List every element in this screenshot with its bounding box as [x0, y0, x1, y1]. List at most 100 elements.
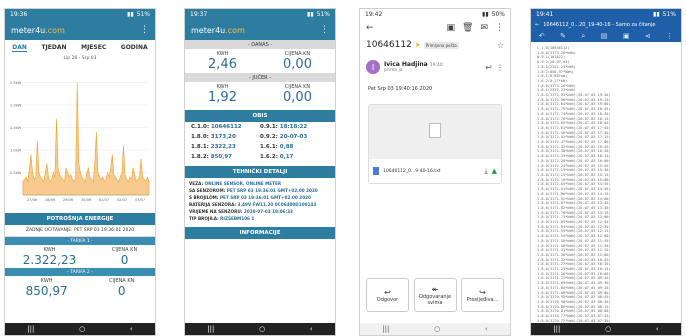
back-icon[interactable]: ‹: [130, 325, 133, 333]
obis-value: 20-07-03: [279, 134, 308, 140]
yesterday-kwh: 1,92: [208, 90, 237, 105]
today-head: - DANAS -: [185, 40, 335, 49]
x-tick-label: 29/06: [63, 198, 73, 202]
y-tick-label: 2.5kW: [10, 81, 22, 85]
y-tick-label: 1.0kW: [10, 149, 22, 153]
back-icon[interactable]: ‹: [310, 325, 313, 333]
reply-icon[interactable]: ↩: [485, 63, 492, 72]
obis-cell: 1.6.2: 0,17: [260, 154, 329, 160]
period-tab-dan[interactable]: DAN: [12, 44, 27, 52]
tech-row: VRIJEME NA SENZORU: 2020-07-03 19:06:33: [189, 208, 331, 215]
select-icon[interactable]: ▣: [623, 32, 630, 40]
tech-value: 3,49V FW11.20 0C06400D100143: [237, 202, 317, 207]
more-vert-icon[interactable]: ⋮: [140, 25, 149, 35]
period-tab-tjedan[interactable]: TJEDAN: [41, 44, 66, 52]
info-title[interactable]: INFORMACIJE: [185, 227, 335, 239]
archive-icon[interactable]: ▣: [447, 23, 456, 33]
tarifa2-row: KWH 850,97 CIJENA KN 0: [5, 276, 155, 299]
home-icon[interactable]: ○: [79, 325, 85, 333]
tech-label: BATERIJA SENZORA:: [189, 202, 238, 207]
app-title: meter4u.com: [191, 25, 245, 35]
avatar[interactable]: I: [366, 60, 380, 74]
y-tick-label: 2.0kW: [10, 104, 22, 108]
sender-row: I Ivica Hadjina 19:40 prima ja ↩ ⋮: [360, 54, 510, 80]
today-row: KWH 2,46 CIJENA KN 0,00: [185, 49, 335, 73]
app-bar: meter4u.com ⋮: [185, 20, 335, 40]
undo-icon[interactable]: ↶: [539, 32, 545, 40]
consumption-chart-svg: 2.5kW 2.0kW 1.5kW 1.0kW 0.5kW 27/06 28/06 29/06…: [10, 81, 150, 202]
obis-code: C.1.0:: [191, 124, 211, 130]
drive-icon[interactable]: ▲: [492, 167, 497, 175]
tech-row: VEZA: ONLINE SENSOR, ONLINE METER: [189, 180, 331, 187]
search-icon[interactable]: ⌕: [581, 32, 585, 41]
delete-icon[interactable]: 🗑: [462, 23, 473, 33]
tech-label: VEZA:: [189, 181, 205, 186]
signal-icon: ▮▮: [127, 11, 134, 18]
tech-value: RIZSEBM106 1: [220, 216, 255, 221]
importance-icon[interactable]: ➤: [415, 41, 421, 49]
tech-value: ONLINE SENSOR, ONLINE METER: [204, 181, 282, 186]
obis-value: 10646112: [210, 124, 242, 130]
attachment-card[interactable]: 10646112_0...9-40-16.txt ⤓ ▲: [368, 104, 502, 184]
obis-cell: 1.8.0: 3173,20: [191, 134, 260, 140]
tech-row: BATERIJA SENZORA: 3,49V FW11.20 0C06400D…: [189, 201, 331, 208]
t2-cost-value: 0: [117, 284, 126, 298]
sender-name: Ivica Hadjina: [384, 61, 428, 68]
recents-icon[interactable]: |||: [27, 325, 34, 333]
share-icon[interactable]: ⋖: [645, 32, 651, 40]
t1-kwh-value: 2.322,23: [22, 253, 77, 267]
obis-code: 1.8.2:: [191, 154, 211, 160]
tarifa1-row: KWH 2.322,23 CIJENA KN 0: [5, 245, 155, 268]
today-cost: 0,00: [283, 57, 312, 72]
star-icon[interactable]: ☆: [497, 41, 504, 50]
recents-icon[interactable]: |||: [207, 325, 214, 333]
more-vert-icon[interactable]: ⋮: [496, 63, 504, 72]
status-time: 19:42: [365, 11, 383, 18]
obis-code: 1.6.2:: [260, 154, 280, 160]
android-nav-bar: ||| ○ ‹: [5, 323, 155, 335]
x-tick-label: 28/06: [45, 198, 55, 202]
back-arrow-icon[interactable]: ←: [366, 23, 374, 33]
obis-code: 1.8.0:: [191, 134, 211, 140]
viewer-title-bar: ← 10646112_0...20_19-40-16 - Samo za čit…: [531, 20, 681, 30]
back-icon[interactable]: ‹: [485, 325, 488, 333]
mail-subject-row: 10646112 ➤ Primljena pošta ☆: [360, 36, 510, 54]
download-icon[interactable]: ⤓: [485, 167, 488, 176]
bookmark-icon[interactable]: ▤: [601, 32, 608, 40]
signal-icon: ▮▮: [653, 11, 660, 18]
screen-text-viewer: 19:41 ▮▮ 51% ← 10646112_0...20_19-40-16 -…: [530, 8, 682, 336]
obis-grid: C.1.0: 10646112 0.9.1: 18:18:22 1.8.0: 317…: [185, 122, 335, 162]
recents-icon[interactable]: |||: [382, 325, 389, 333]
text-file-icon: [373, 167, 379, 175]
today-kwh: 2,46: [208, 57, 237, 72]
home-icon[interactable]: ○: [259, 325, 265, 333]
x-tick-label: 30/06: [81, 198, 91, 202]
reply-buttons: ↩ Odgovor ↞ Odgovaranje svima ↪ Prosljeđiva…: [366, 278, 504, 312]
reply-all-button[interactable]: ↞ Odgovaranje svima: [413, 278, 457, 312]
inbox-badge[interactable]: Primljena pošta: [423, 41, 459, 49]
tech-value: 2020-07-03 19:06:33: [243, 209, 293, 214]
home-icon[interactable]: ○: [434, 325, 440, 333]
edit-icon[interactable]: ✎: [560, 32, 566, 40]
reply-button[interactable]: ↩ Odgovor: [366, 278, 409, 312]
recents-icon[interactable]: |||: [553, 325, 560, 333]
home-icon[interactable]: ○: [605, 325, 611, 333]
more-vert-icon[interactable]: ⋮: [666, 32, 673, 40]
recipient[interactable]: prima ja: [384, 68, 443, 73]
mail-icon[interactable]: ✉: [480, 23, 488, 33]
section-title: POTROŠNJA ENERGIJE: [5, 213, 155, 225]
obis-value: 18:18:22: [279, 124, 308, 130]
consumption-area: [22, 82, 150, 196]
back-arrow-icon[interactable]: ←: [535, 22, 539, 28]
forward-button[interactable]: ↪ Prosljeđiva...: [461, 278, 504, 312]
android-nav-bar: ||| ○ ‹: [360, 323, 510, 335]
period-tab-godina[interactable]: GODINA: [121, 44, 148, 52]
period-tab-mjesec[interactable]: MJESEC: [81, 44, 106, 52]
x-tick-label: 02/07: [117, 198, 127, 202]
viewer-toolbar: ↶ ✎ ⌕ ▤ ▣ ⋖ ⋮: [531, 30, 681, 42]
back-icon[interactable]: ‹: [656, 325, 659, 333]
tech-label: TIP BROJILA:: [189, 216, 221, 221]
more-vert-icon[interactable]: ⋮: [320, 25, 329, 35]
more-vert-icon[interactable]: ⋮: [495, 23, 504, 33]
obis-value: 3173,20: [210, 134, 236, 140]
